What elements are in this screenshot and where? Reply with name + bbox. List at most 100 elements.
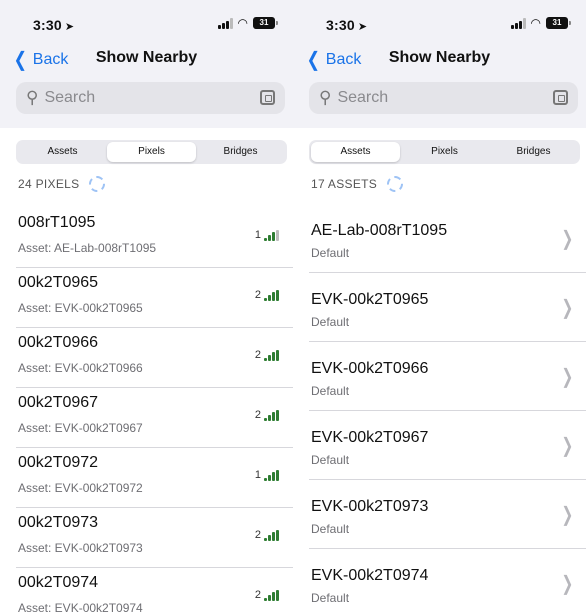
- signal-meta: 2: [255, 290, 279, 301]
- list-item[interactable]: 00k2T0967 Asset: EVK-00k2T0967 2: [16, 388, 293, 448]
- list-item[interactable]: EVK-00k2T0967 Default ❯: [309, 411, 586, 480]
- cellular-signal-icon: [217, 17, 233, 29]
- signal-bars-icon: [264, 350, 279, 361]
- list-item[interactable]: 00k2T0972 Asset: EVK-00k2T0972 1: [16, 448, 293, 508]
- item-subtitle: Default: [311, 522, 350, 536]
- battery-icon: 31: [253, 17, 278, 29]
- signal-meta: 2: [255, 590, 279, 601]
- item-title: EVK-00k2T0967: [311, 429, 429, 446]
- item-title: 008rT1095: [18, 214, 96, 231]
- item-subtitle: Asset: AE-Lab-008rT1095: [18, 241, 157, 255]
- list-item[interactable]: EVK-00k2T0966 Default ❯: [309, 342, 586, 411]
- list-item[interactable]: EVK-00k2T0965 Default ❯: [309, 273, 586, 342]
- signal-bars-icon: [264, 530, 279, 541]
- segmented-control: Assets Pixels Bridges: [16, 140, 287, 164]
- page-title: Show Nearby: [95, 49, 198, 66]
- segmented-control: Assets Pixels Bridges: [309, 140, 580, 164]
- tab-bridges[interactable]: Bridges: [196, 142, 285, 162]
- list-item[interactable]: 00k2T0974 Asset: EVK-00k2T0974 2: [16, 568, 293, 613]
- search-bar[interactable]: ⚲: [309, 82, 578, 114]
- item-title: 00k2T0972: [18, 454, 99, 471]
- signal-value: 1: [254, 229, 261, 241]
- signal-value: 2: [254, 409, 261, 421]
- tab-pixels[interactable]: Pixels: [400, 142, 489, 162]
- count-label: 17 ASSETS: [311, 177, 378, 191]
- chevron-right-icon: ❯: [561, 504, 574, 526]
- activity-spinner-icon: [387, 176, 404, 192]
- signal-bars-icon: [264, 410, 279, 421]
- wifi-icon: ◠: [530, 15, 541, 30]
- chevron-right-icon: ❯: [561, 228, 574, 250]
- right-screen: 3:30➤ ◠ 31 ❮Back Show Nearby ⚲ Assets Pi…: [293, 0, 586, 613]
- tab-assets[interactable]: Assets: [311, 142, 400, 162]
- signal-value: 2: [254, 289, 261, 301]
- status-time: 3:30 ➤: [326, 17, 368, 33]
- item-subtitle: Asset: EVK-00k2T0972: [18, 481, 143, 495]
- signal-bars-icon: [264, 290, 279, 301]
- list-item[interactable]: EVK-00k2T0974 Default ❯: [309, 549, 586, 613]
- tab-bridges[interactable]: Bridges: [489, 142, 578, 162]
- status-bar: 3:30 ➤ ◠ 31: [0, 0, 293, 40]
- activity-spinner-icon: [89, 176, 106, 192]
- scan-icon[interactable]: [260, 90, 275, 105]
- item-subtitle: Asset: EVK-00k2T0965: [18, 301, 143, 315]
- navigation-bar: ❮ Back Show Nearby: [293, 44, 586, 72]
- chevron-right-icon: ❯: [561, 435, 574, 457]
- list-item[interactable]: 00k2T0966 Asset: EVK-00k2T0966 2: [16, 328, 293, 388]
- item-title: 00k2T0965: [18, 274, 99, 291]
- status-icons: ◠ 31: [217, 17, 278, 29]
- item-subtitle: Asset: EVK-00k2T0966: [18, 361, 143, 375]
- search-input[interactable]: [44, 89, 235, 107]
- tab-assets[interactable]: Assets: [18, 142, 107, 162]
- signal-value: 2: [254, 589, 261, 601]
- tab-pixels[interactable]: Pixels: [107, 142, 196, 162]
- item-title: 00k2T0974: [18, 574, 99, 591]
- signal-meta: 2: [255, 530, 279, 541]
- navigation-bar: ❮ Back Show Nearby: [0, 44, 293, 72]
- signal-value: 2: [254, 529, 261, 541]
- page-title: Show Nearby: [388, 49, 491, 66]
- list-item[interactable]: AE-Lab-008rT1095 Default ❯: [309, 204, 586, 273]
- list-item[interactable]: EVK-00k2T0973 Default ❯: [309, 480, 586, 549]
- signal-value: 1: [254, 469, 261, 481]
- list-item[interactable]: 00k2T0973 Asset: EVK-00k2T0973 2: [16, 508, 293, 568]
- item-subtitle: Default: [311, 384, 350, 398]
- item-title: 00k2T0966: [18, 334, 99, 351]
- asset-list: AE-Lab-008rT1095 Default ❯ EVK-00k2T0965 De…: [293, 204, 586, 613]
- item-title: EVK-00k2T0966: [311, 360, 429, 377]
- location-arrow-icon: ➤: [64, 21, 75, 33]
- pixel-list: 008rT1095 Asset: AE-Lab-008rT1095 1 00k2T0…: [0, 208, 293, 613]
- status-bar: 3:30 ➤ ◠ 31: [293, 0, 586, 40]
- signal-bars-icon: [264, 470, 279, 481]
- battery-icon: 31: [546, 17, 571, 29]
- item-title: AE-Lab-008rT1095: [311, 222, 448, 239]
- item-subtitle: Default: [311, 315, 350, 329]
- chevron-right-icon: ❯: [561, 573, 574, 595]
- list-item[interactable]: 008rT1095 Asset: AE-Lab-008rT1095 1: [16, 208, 293, 268]
- item-subtitle: Asset: EVK-00k2T0974: [18, 601, 143, 613]
- result-count: 24 PIXELS: [18, 176, 106, 192]
- item-title: 00k2T0967: [18, 394, 99, 411]
- count-label: 24 PIXELS: [18, 177, 80, 191]
- search-input[interactable]: [337, 89, 528, 107]
- list-item[interactable]: 00k2T0965 Asset: EVK-00k2T0965 2: [16, 268, 293, 328]
- status-icons: ◠ 31: [510, 15, 571, 30]
- signal-meta: 2: [255, 410, 279, 421]
- signal-value: 2: [254, 349, 261, 361]
- signal-meta: 1: [255, 230, 279, 241]
- item-title: EVK-00k2T0973: [311, 498, 429, 515]
- item-title: EVK-00k2T0974: [311, 567, 429, 584]
- search-icon: ⚲: [26, 88, 39, 107]
- signal-meta: 2: [255, 350, 279, 361]
- item-subtitle: Asset: EVK-00k2T0973: [18, 541, 143, 555]
- search-icon: ⚲: [319, 88, 332, 107]
- item-subtitle: Default: [311, 591, 350, 605]
- item-title: EVK-00k2T0965: [311, 291, 429, 308]
- search-bar[interactable]: ⚲: [16, 82, 285, 114]
- location-arrow-icon: ➤: [357, 21, 368, 33]
- cellular-signal-icon: [510, 17, 526, 29]
- signal-bars-icon: [264, 230, 279, 241]
- left-screen: 3:30➤ ◠ 31 ❮Back Show Nearby ⚲ Assets Pi…: [0, 0, 293, 613]
- scan-icon[interactable]: [553, 90, 568, 105]
- item-subtitle: Default: [311, 246, 350, 260]
